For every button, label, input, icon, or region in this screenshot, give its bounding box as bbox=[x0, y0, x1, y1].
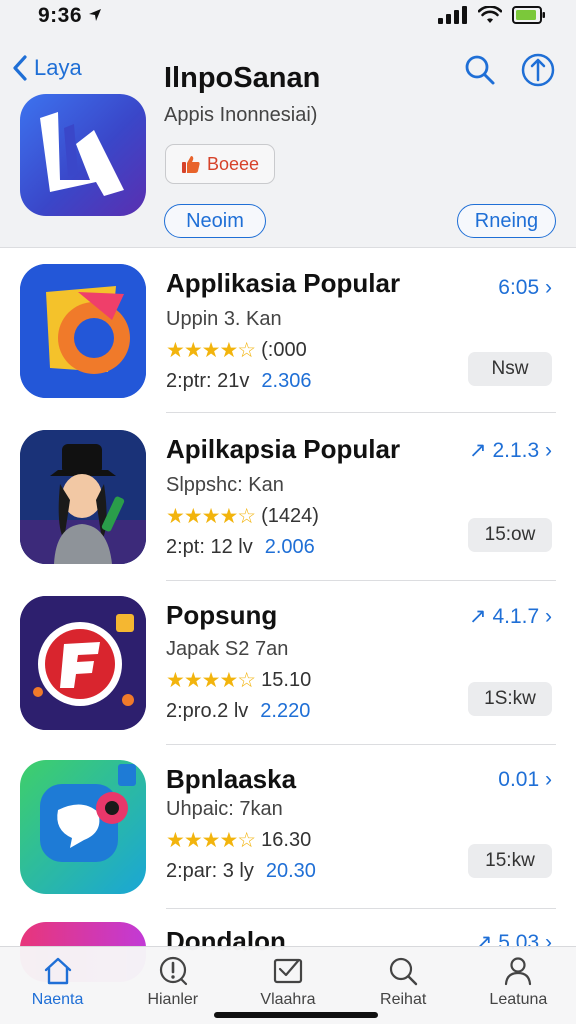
app-meta: 2:par: 3 ly 20.30 bbox=[166, 860, 316, 883]
list-item[interactable]: Applikasia Popular Uppin 3. Kan ★★★★☆ (:… bbox=[0, 264, 576, 414]
star-rating-icon: ★★★★☆ bbox=[166, 669, 256, 692]
tab-label: Naenta bbox=[31, 991, 84, 1008]
get-button[interactable]: 15:kw bbox=[468, 844, 552, 878]
person-icon bbox=[505, 957, 532, 986]
rating-count: 15.10 bbox=[261, 669, 312, 691]
app-rating: ★★★★☆ (1424) bbox=[166, 504, 319, 529]
star-rating-icon: ★★★★☆ bbox=[166, 505, 256, 528]
share-icon bbox=[521, 53, 555, 87]
cellular-signal-icon bbox=[438, 6, 467, 24]
app-meta-right: 2.220 bbox=[260, 700, 311, 722]
status-time: 9:36 bbox=[38, 4, 102, 28]
battery-icon bbox=[512, 6, 545, 24]
tab-label: Leatuna bbox=[489, 991, 548, 1008]
list-item[interactable]: Bpnlaaska Uhpaic: 7kan ★★★★☆ 16.30 2:par… bbox=[0, 760, 576, 910]
thumbs-up-icon bbox=[181, 156, 200, 173]
app-subtitle: Uhpaic: 7kan bbox=[166, 798, 283, 820]
page-title: IlnpoSanan bbox=[164, 62, 321, 94]
app-meta-right: 2.306 bbox=[261, 370, 312, 392]
tab-label: Vlaahra bbox=[260, 991, 316, 1008]
status-icons bbox=[438, 6, 546, 24]
app-title: Apilkapsia Popular bbox=[166, 434, 401, 464]
app-title: Popsung bbox=[166, 600, 278, 630]
star-rating-icon: ★★★★☆ bbox=[166, 339, 256, 362]
app-header: Laya IlnpoSanan Appis Inonnesiai) Boeee … bbox=[0, 34, 576, 248]
app-icon-4 bbox=[20, 760, 146, 894]
app-subtitle: Uppin 3. Kan bbox=[166, 308, 282, 330]
get-button[interactable]: 1S:kw bbox=[468, 682, 552, 716]
app-title: Applikasia Popular bbox=[166, 268, 401, 298]
pill-button-right[interactable]: Rneing bbox=[457, 204, 556, 238]
app-version[interactable]: ↗ 4.1.7 › bbox=[469, 604, 552, 629]
app-logo-icon bbox=[20, 264, 146, 398]
like-badge-label: Boeee bbox=[206, 153, 260, 174]
character-avatar-icon bbox=[20, 430, 146, 564]
app-rating: ★★★★☆ 15.10 bbox=[166, 668, 311, 693]
status-bar: 9:36 bbox=[0, 0, 576, 34]
pill-button-left[interactable]: Neoim bbox=[164, 204, 266, 238]
app-subtitle: Japak S2 7an bbox=[166, 638, 289, 660]
app-rating: ★★★★☆ 16.30 bbox=[166, 828, 311, 853]
tab-home[interactable]: Naenta bbox=[0, 947, 115, 1024]
search-icon bbox=[390, 957, 418, 986]
rating-count: (1424) bbox=[261, 505, 319, 527]
app-version[interactable]: ↗ 2.1.3 › bbox=[469, 438, 552, 463]
search-button[interactable] bbox=[460, 50, 500, 90]
list-item[interactable]: Apilkapsia Popular Slppshc: Kan ★★★★☆ (1… bbox=[0, 430, 576, 581]
tab-label: Hianler bbox=[147, 991, 199, 1008]
like-badge[interactable]: Boeee bbox=[165, 144, 275, 184]
app-meta-left: 2:par: 3 ly bbox=[166, 860, 254, 882]
app-rating: ★★★★☆ (:000 bbox=[166, 338, 307, 363]
home-indicator[interactable] bbox=[214, 1012, 378, 1018]
wifi-icon bbox=[478, 6, 502, 23]
page-subtitle: Appis Inonnesiai) bbox=[164, 104, 318, 126]
app-subtitle: Slppshc: Kan bbox=[166, 474, 284, 496]
app-meta-right: 2.006 bbox=[264, 536, 315, 558]
inbox-icon bbox=[273, 958, 303, 984]
app-version[interactable]: 6:05 › bbox=[498, 276, 552, 300]
back-label: Laya bbox=[34, 55, 82, 80]
divider bbox=[166, 580, 556, 581]
app-icon bbox=[20, 94, 146, 216]
back-button[interactable]: Laya bbox=[12, 54, 82, 82]
alert-icon bbox=[159, 956, 187, 986]
app-logo-icon bbox=[40, 112, 124, 196]
app-meta: 2:pro.2 lv 2.220 bbox=[166, 700, 310, 723]
app-meta: 2:ptr: 21v 2.306 bbox=[166, 370, 311, 393]
app-title: Bpnlaaska bbox=[166, 764, 297, 794]
app-icon-2 bbox=[20, 430, 146, 564]
divider bbox=[166, 908, 556, 909]
rating-count: 16.30 bbox=[261, 829, 312, 851]
arrow-icon: ↗ bbox=[468, 439, 487, 462]
tab-label: Reihat bbox=[380, 991, 427, 1008]
get-button[interactable]: 15:ow bbox=[468, 518, 552, 552]
tab-profile[interactable]: Leatuna bbox=[461, 947, 576, 1024]
list-item[interactable]: Popsung Japak S2 7an ★★★★☆ 15.10 2:pro.2… bbox=[0, 596, 576, 746]
divider bbox=[166, 744, 556, 745]
search-icon bbox=[465, 55, 495, 85]
rating-count: (:000 bbox=[261, 339, 307, 361]
app-meta-right: 20.30 bbox=[265, 860, 316, 882]
home-icon bbox=[44, 957, 71, 985]
get-button[interactable]: Nsw bbox=[468, 352, 552, 386]
star-rating-icon: ★★★★☆ bbox=[166, 829, 256, 852]
chevron-right-icon: › bbox=[545, 768, 552, 791]
chat-bubble-icon bbox=[40, 764, 136, 862]
chevron-right-icon: › bbox=[545, 439, 552, 462]
app-logo-icon bbox=[20, 596, 146, 730]
app-meta-left: 2:pt: 12 lv bbox=[166, 536, 253, 558]
share-button[interactable] bbox=[518, 50, 558, 90]
app-icon-3 bbox=[20, 596, 146, 730]
app-icon-1 bbox=[20, 264, 146, 398]
divider bbox=[166, 412, 556, 413]
app-meta-left: 2:ptr: 21v bbox=[166, 370, 250, 392]
tab-alerts[interactable]: Hianler bbox=[115, 947, 230, 1024]
app-meta-left: 2:pro.2 lv bbox=[166, 700, 249, 722]
chevron-right-icon: › bbox=[545, 605, 552, 628]
chevron-left-icon bbox=[13, 55, 27, 81]
app-version[interactable]: 0.01 › bbox=[498, 768, 552, 792]
arrow-icon: ↗ bbox=[468, 605, 487, 628]
app-meta: 2:pt: 12 lv 2.006 bbox=[166, 536, 315, 559]
chevron-right-icon: › bbox=[545, 276, 552, 299]
